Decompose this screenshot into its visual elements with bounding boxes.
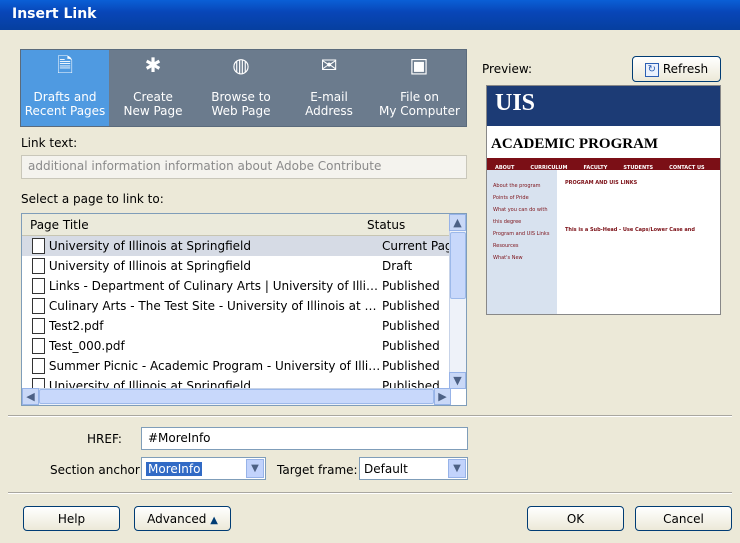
horizontal-scrollbar[interactable]: ◀ ▶ (22, 388, 451, 405)
preview-logo: UIS (487, 86, 720, 126)
preview-nav-item: CONTACT US (669, 165, 705, 171)
preview-nav-item: STUDENTS (623, 165, 654, 171)
link-type-label-1: Create (133, 90, 173, 104)
link-type-bar: 🗎 Drafts and Recent Pages ✱ Create New P… (20, 49, 467, 127)
preview-label: Preview: (482, 62, 533, 76)
advanced-label: Advanced (147, 512, 207, 526)
document-icon (32, 278, 45, 294)
scroll-left-icon[interactable]: ◀ (22, 388, 39, 405)
link-type-label-1: Drafts and (33, 90, 97, 104)
link-type-label-1: File on (400, 90, 439, 104)
link-type-label-2: Recent Pages (24, 104, 106, 118)
table-row[interactable]: Summer Picnic - Academic Program - Unive… (22, 356, 466, 376)
preview-heading: ACADEMIC PROGRAM (491, 136, 659, 152)
target-frame-label: Target frame: (277, 463, 358, 477)
row-title: Test2.pdf (48, 319, 104, 333)
preview-sidebar-item: About the program (493, 183, 541, 189)
help-button[interactable]: Help (23, 506, 120, 531)
refresh-icon: ↻ (644, 62, 659, 77)
preview-nav-item: FACULTY (583, 165, 608, 171)
page-preview: UIS ACADEMIC PROGRAM ABOUT CURRICULUM FACU… (486, 85, 721, 315)
section-anchor-label: Section anchor: (50, 463, 144, 477)
table-row[interactable]: Test2.pdf Published (22, 316, 466, 336)
row-title: Culinary Arts - The Test Site - Universi… (48, 299, 382, 313)
chevron-down-icon[interactable]: ▼ (448, 459, 466, 478)
caret-up-icon: ▲ (210, 515, 218, 526)
document-icon (32, 258, 45, 274)
link-type-file-computer[interactable]: ▣ File on My Computer (373, 50, 466, 126)
link-type-email[interactable]: ✉ E-mail Address (285, 50, 373, 126)
href-input[interactable]: #MoreInfo (141, 427, 468, 450)
page-list-header: Page Title Status (22, 214, 466, 236)
href-label: HREF: (87, 432, 122, 446)
page-list-label: Select a page to link to: (21, 192, 164, 206)
table-row[interactable]: Test_000.pdf Published (22, 336, 466, 356)
refresh-label: Refresh (662, 62, 709, 76)
target-frame-select[interactable]: Default ▼ (359, 457, 468, 480)
preview-sidebar-item: Points of Pride (493, 195, 529, 201)
table-row[interactable]: University of Illinois at Springfield Dra… (22, 256, 466, 276)
column-page-title[interactable]: Page Title (22, 214, 359, 235)
row-title: Test_000.pdf (48, 339, 125, 353)
document-icon (32, 238, 45, 254)
preview-sidebar: About the program Points of Pride What y… (487, 170, 557, 314)
window-title: Insert Link (0, 0, 740, 30)
target-frame-value: Default (364, 462, 408, 476)
vertical-scrollbar[interactable]: ▲ ▼ (449, 214, 466, 389)
link-type-browse-web[interactable]: ◍ Browse to Web Page (197, 50, 285, 126)
row-title: Summer Picnic - Academic Program - Unive… (48, 359, 382, 373)
preview-content: PROGRAM AND UIS LINKS This is a Sub-Head… (565, 180, 715, 234)
document-icon (32, 338, 45, 354)
scroll-right-icon[interactable]: ▶ (434, 388, 451, 405)
section-divider (8, 415, 732, 416)
refresh-button[interactable]: ↻ Refresh (632, 56, 721, 82)
preview-subhead: This is a Sub-Head - Use Caps/Lower Case… (565, 227, 695, 233)
insert-link-dialog: Insert Link 🗎 Drafts and Recent Pages ✱ … (0, 0, 740, 543)
preview-nav: ABOUT CURRICULUM FACULTY STUDENTS CONTACT US (487, 158, 720, 171)
link-type-label-2: My Computer (379, 104, 460, 118)
column-status[interactable]: Status (359, 214, 449, 235)
document-icon (32, 298, 45, 314)
preview-sidebar-item: Program and UIS Links (493, 231, 550, 237)
link-type-label-2: Address (305, 104, 353, 118)
chevron-down-icon[interactable]: ▼ (246, 459, 264, 478)
drafts-icon: 🗎 (56, 53, 74, 77)
preview-content-heading: PROGRAM AND UIS LINKS (565, 180, 638, 186)
scroll-up-icon[interactable]: ▲ (449, 214, 466, 231)
table-row[interactable]: Links - Department of Culinary Arts | Un… (22, 276, 466, 296)
page-list[interactable]: Page Title Status University of Illinois… (21, 213, 467, 406)
section-anchor-select[interactable]: MoreInfo ▼ (141, 457, 266, 480)
computer-icon: ▣ (409, 53, 429, 77)
table-row[interactable]: Culinary Arts - The Test Site - Universi… (22, 296, 466, 316)
cancel-button[interactable]: Cancel (635, 506, 732, 531)
globe-icon: ◍ (232, 53, 250, 77)
new-page-icon: ✱ (144, 53, 162, 77)
link-type-drafts-recent[interactable]: 🗎 Drafts and Recent Pages (21, 50, 109, 126)
link-text-field[interactable]: additional information information about… (21, 155, 467, 179)
link-type-label-2: Web Page (211, 104, 271, 118)
bottom-divider (8, 492, 732, 493)
document-icon (32, 318, 45, 334)
row-title: University of Illinois at Springfield (48, 239, 251, 253)
link-type-label-1: E-mail (310, 90, 348, 104)
link-type-label-1: Browse to (211, 90, 271, 104)
link-type-create-new-page[interactable]: ✱ Create New Page (109, 50, 197, 126)
preview-sidebar-item: What you can do with this degree (493, 207, 548, 225)
link-type-label-2: New Page (123, 104, 183, 118)
horizontal-scroll-thumb[interactable] (39, 389, 434, 404)
row-title: University of Illinois at Springfield (48, 259, 251, 273)
email-icon: ✉ (320, 53, 338, 77)
ok-button[interactable]: OK (527, 506, 624, 531)
preview-sidebar-item: Resources (493, 243, 519, 249)
row-title: Links - Department of Culinary Arts | Un… (48, 279, 382, 293)
table-row[interactable]: University of Illinois at Springfield Cur… (22, 236, 466, 256)
vertical-scroll-thumb[interactable] (450, 232, 466, 299)
document-icon (32, 358, 45, 374)
section-anchor-value: MoreInfo (146, 462, 203, 476)
link-text-label: Link text: (21, 136, 78, 150)
advanced-button[interactable]: Advanced ▲ (134, 506, 231, 531)
preview-sidebar-item: What's New (493, 255, 523, 261)
scroll-down-icon[interactable]: ▼ (449, 372, 466, 389)
